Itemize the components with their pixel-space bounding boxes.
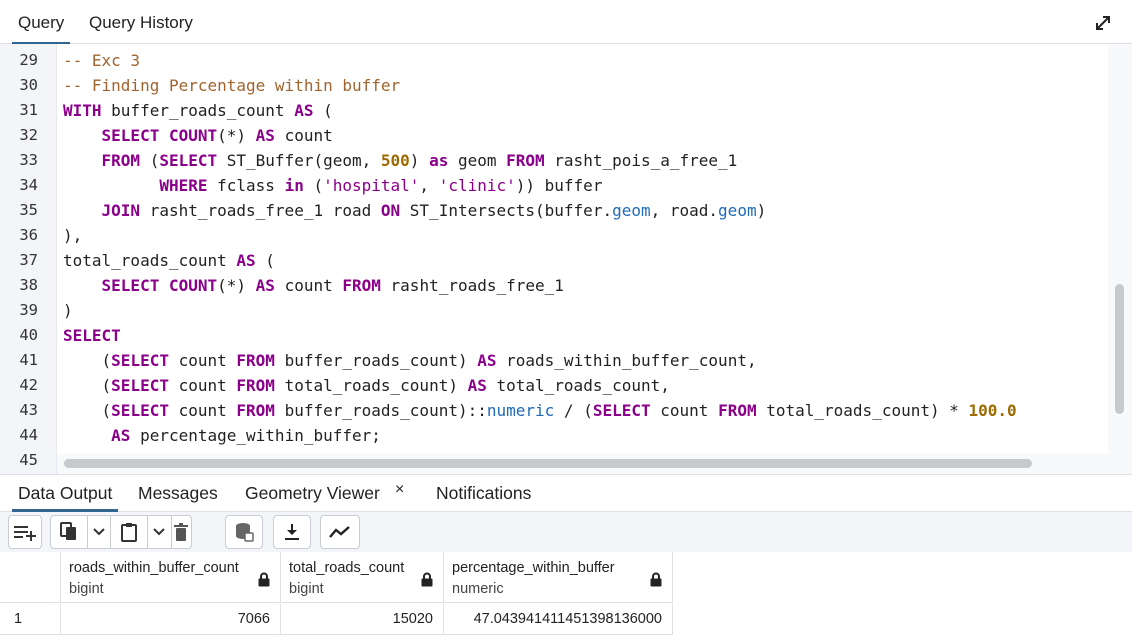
line-number: 45	[19, 451, 38, 469]
save-data-group	[225, 515, 263, 549]
table-cell[interactable]: 15020	[281, 604, 444, 635]
close-geometry-viewer-icon[interactable]: ×	[395, 475, 404, 505]
code-line[interactable]: FROM (SELECT ST_Buffer(geom, 500) as geo…	[63, 148, 738, 173]
add-row-icon[interactable]	[9, 516, 41, 548]
tab-query-history[interactable]: Query History	[89, 0, 193, 43]
table-cell[interactable]: 47.043941411451398136000	[444, 604, 673, 635]
row-number[interactable]: 1	[0, 604, 61, 635]
code-line[interactable]: ),	[63, 223, 82, 248]
table-cell[interactable]: 7066	[61, 604, 281, 635]
graph-visualiser-icon[interactable]	[321, 516, 359, 548]
code-line[interactable]: JOIN rasht_roads_free_1 road ON ST_Inter…	[63, 198, 767, 223]
vertical-scrollbar[interactable]	[1115, 284, 1124, 414]
column-header[interactable]: total_roads_count bigint	[281, 552, 444, 603]
column-name: percentage_within_buffer	[452, 560, 615, 576]
expand-icon[interactable]	[1094, 14, 1112, 32]
code-line[interactable]: AS percentage_within_buffer;	[63, 423, 381, 448]
chevron-down-icon[interactable]	[148, 516, 172, 548]
results-tab-bar: Data Output Messages Geometry Viewer × N…	[0, 474, 1132, 512]
code-line[interactable]: SELECT COUNT(*) AS count FROM rasht_road…	[63, 273, 564, 298]
save-data-icon[interactable]	[226, 516, 262, 548]
tab-query[interactable]: Query	[11, 0, 71, 45]
line-number: 32	[19, 126, 38, 144]
line-number: 44	[19, 426, 38, 444]
line-number: 30	[19, 76, 38, 94]
code-line[interactable]: -- Exc 3	[63, 48, 140, 73]
data-output-grid: roads_within_buffer_count bigint total_r…	[0, 552, 1132, 642]
column-type: bigint	[69, 581, 104, 597]
edit-group	[50, 515, 192, 549]
code-line[interactable]: (SELECT count FROM buffer_roads_count) A…	[63, 348, 757, 373]
column-name: roads_within_buffer_count	[69, 560, 239, 576]
code-line[interactable]: (SELECT count FROM total_roads_count) AS…	[63, 373, 670, 398]
line-number: 35	[19, 201, 38, 219]
code-line[interactable]: )	[63, 298, 73, 323]
lock-icon	[650, 572, 662, 587]
line-number: 39	[19, 301, 38, 319]
line-number: 29	[19, 51, 38, 69]
line-number: 34	[19, 176, 38, 194]
column-header[interactable]: roads_within_buffer_count bigint	[61, 552, 281, 603]
download-icon[interactable]	[274, 516, 310, 548]
tab-notifications[interactable]: Notifications	[436, 475, 531, 511]
code-line[interactable]: SELECT	[63, 323, 121, 348]
delete-icon[interactable]	[172, 516, 191, 548]
code-line[interactable]: WITH buffer_roads_count AS (	[63, 98, 333, 123]
paste-icon[interactable]	[111, 516, 149, 548]
data-output-toolbar	[0, 512, 1132, 552]
column-header[interactable]: percentage_within_buffer numeric	[444, 552, 673, 603]
add-row-group	[8, 515, 42, 549]
tab-messages[interactable]: Messages	[138, 475, 218, 511]
line-number: 43	[19, 401, 38, 419]
column-name: total_roads_count	[289, 560, 405, 576]
line-number: 42	[19, 376, 38, 394]
code-line[interactable]: WHERE fclass in ('hospital', 'clinic')) …	[63, 173, 602, 198]
chevron-down-icon[interactable]	[88, 516, 112, 548]
line-number: 40	[19, 326, 38, 344]
copy-icon[interactable]	[51, 516, 88, 548]
column-type: bigint	[289, 581, 324, 597]
sql-editor[interactable]: 29 30 31 32 33 34 35 36 37 38 39 40 41 4…	[0, 44, 1132, 474]
graph-group	[320, 515, 360, 549]
code-line[interactable]: (SELECT count FROM buffer_roads_count)::…	[63, 398, 1017, 423]
line-number: 36	[19, 226, 38, 244]
line-number-gutter: 29 30 31 32 33 34 35 36 37 38 39 40 41 4…	[0, 44, 57, 474]
code-line[interactable]: SELECT COUNT(*) AS count	[63, 123, 333, 148]
line-number: 37	[19, 251, 38, 269]
lock-icon	[421, 572, 433, 587]
column-type: numeric	[452, 581, 504, 597]
tab-data-output[interactable]: Data Output	[11, 475, 119, 512]
line-number: 38	[19, 276, 38, 294]
query-tab-bar: Query Query History	[0, 0, 1132, 45]
line-number: 41	[19, 351, 38, 369]
horizontal-scrollbar[interactable]	[64, 459, 1032, 468]
line-number: 31	[19, 101, 38, 119]
download-group	[273, 515, 311, 549]
code-line[interactable]: -- Finding Percentage within buffer	[63, 73, 400, 98]
tab-geometry-viewer[interactable]: Geometry Viewer	[245, 475, 380, 511]
code-line[interactable]: total_roads_count AS (	[63, 248, 275, 273]
grid-corner[interactable]	[0, 552, 61, 603]
lock-icon	[258, 572, 270, 587]
line-number: 33	[19, 151, 38, 169]
